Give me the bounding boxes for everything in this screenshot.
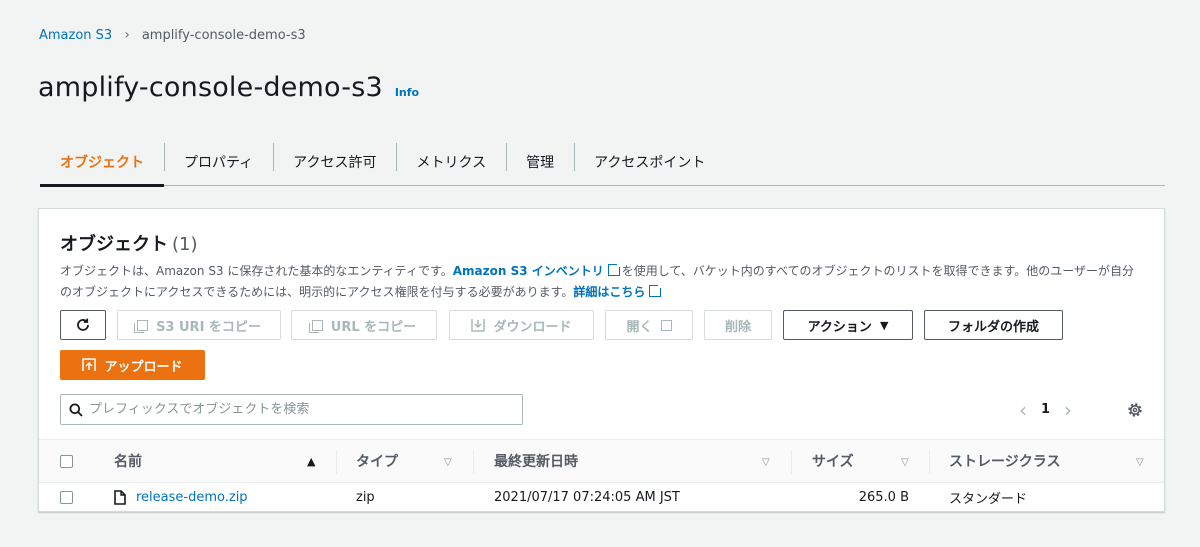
open-label: 開く <box>626 319 653 335</box>
download-button[interactable]: ダウンロード <box>449 310 594 340</box>
tab-management[interactable]: 管理 <box>506 138 574 186</box>
delete-button[interactable]: 削除 <box>704 310 772 340</box>
column-type[interactable]: タイプ <box>356 440 398 482</box>
tab-bar: オブジェクト プロパティ アクセス許可 メトリクス 管理 アクセスポイント <box>40 138 1165 187</box>
breadcrumb-amazon-s3[interactable]: Amazon S3 <box>39 28 112 43</box>
row-checkbox[interactable] <box>60 483 73 512</box>
upload-label: アップロード <box>104 359 183 375</box>
object-count: (1) <box>172 234 198 255</box>
copy-s3-uri-label: S3 URI をコピー <box>156 319 261 335</box>
file-icon <box>114 490 126 505</box>
column-last-modified[interactable]: 最終更新日時 <box>494 440 578 482</box>
tab-permissions[interactable]: アクセス許可 <box>273 138 396 186</box>
actions-label: アクション <box>807 319 872 335</box>
previous-page-icon[interactable]: ‹ <box>1019 398 1027 422</box>
refresh-icon <box>77 318 89 331</box>
tab-objects[interactable]: オブジェクト <box>40 138 164 187</box>
search-input[interactable] <box>89 402 509 417</box>
table-row[interactable]: release-demo.zip zip 2021/07/17 07:24:05… <box>39 483 1164 512</box>
copy-s3-uri-button[interactable]: S3 URI をコピー <box>117 310 281 340</box>
external-link-icon <box>607 262 622 276</box>
sort-ascending-icon[interactable]: ▲ <box>307 455 315 468</box>
external-link-icon <box>660 319 672 331</box>
sort-icon[interactable]: ▽ <box>444 457 452 468</box>
copy-icon <box>308 319 323 333</box>
actions-dropdown[interactable]: アクション ▼ <box>783 310 913 340</box>
chevron-right-icon: › <box>124 27 130 43</box>
column-divider <box>791 450 792 474</box>
copy-icon <box>134 319 149 333</box>
panel-title-text: オブジェクト <box>60 234 168 255</box>
create-folder-button[interactable]: フォルダの作成 <box>924 310 1063 340</box>
delete-label: 削除 <box>724 319 751 335</box>
table-header: 名前 ▲ タイプ ▽ 最終更新日時 ▽ サイズ ▽ ストレージクラス ▽ <box>39 439 1164 483</box>
breadcrumb: Amazon S3 › amplify-console-demo-s3 <box>39 26 306 44</box>
open-button[interactable]: 開く <box>605 310 693 340</box>
column-divider <box>929 450 930 474</box>
sort-icon[interactable]: ▽ <box>1136 457 1144 468</box>
row-storage-class: スタンダード <box>949 492 1028 507</box>
row-size: 265.0 B <box>858 490 909 505</box>
panel-title: オブジェクト (1) <box>60 230 198 256</box>
column-storage-class[interactable]: ストレージクラス <box>949 440 1060 482</box>
row-type: zip <box>356 490 375 505</box>
column-divider <box>336 450 337 474</box>
column-name[interactable]: 名前 <box>114 440 142 482</box>
pagination: ‹ 1 › <box>1019 394 1072 425</box>
objects-table: 名前 ▲ タイプ ▽ 最終更新日時 ▽ サイズ ▽ ストレージクラス ▽ rel… <box>39 439 1164 512</box>
tab-access-points[interactable]: アクセスポイント <box>574 138 725 186</box>
download-label: ダウンロード <box>493 319 572 335</box>
tab-metrics[interactable]: メトリクス <box>396 138 506 186</box>
column-size[interactable]: サイズ <box>812 440 854 482</box>
current-page[interactable]: 1 <box>1041 402 1050 417</box>
row-last-modified: 2021/07/17 07:24:05 AM JST <box>494 490 680 505</box>
panel-description: オブジェクトは、Amazon S3 に保存された基本的なエンティティです。Ama… <box>60 261 1145 303</box>
file-name-link[interactable]: release-demo.zip <box>136 490 248 505</box>
upload-icon <box>82 358 97 371</box>
inventory-link[interactable]: Amazon S3 インベントリ <box>453 264 604 278</box>
column-divider <box>473 450 474 474</box>
info-link[interactable]: Info <box>395 86 419 99</box>
copy-url-button[interactable]: URL をコピー <box>291 310 437 340</box>
settings-gear-icon[interactable] <box>1123 394 1147 425</box>
row-name-cell: release-demo.zip <box>114 483 248 512</box>
upload-button[interactable]: アップロード <box>60 350 205 380</box>
refresh-button[interactable] <box>60 310 106 340</box>
learn-more-link[interactable]: 詳細はこちら <box>573 285 645 299</box>
tab-properties[interactable]: プロパティ <box>164 138 273 186</box>
external-link-icon <box>649 283 664 297</box>
breadcrumb-current: amplify-console-demo-s3 <box>141 27 306 43</box>
desc-text-1: オブジェクトは、Amazon S3 に保存された基本的なエンティティです。 <box>60 264 453 278</box>
create-folder-label: フォルダの作成 <box>947 319 1039 335</box>
copy-url-label: URL をコピー <box>330 319 417 335</box>
page-header: amplify-console-demo-s3 Info <box>38 72 419 103</box>
select-all-checkbox[interactable] <box>60 440 73 482</box>
page-title: amplify-console-demo-s3 <box>38 72 383 103</box>
sort-icon[interactable]: ▽ <box>901 457 909 468</box>
next-page-icon[interactable]: › <box>1064 398 1072 422</box>
sort-icon[interactable]: ▽ <box>762 457 770 468</box>
search-icon <box>69 403 83 417</box>
caret-down-icon: ▼ <box>879 318 889 332</box>
download-icon <box>471 319 486 332</box>
search-box <box>60 394 523 425</box>
objects-panel: オブジェクト (1) オブジェクトは、Amazon S3 に保存された基本的なエン… <box>38 208 1165 512</box>
